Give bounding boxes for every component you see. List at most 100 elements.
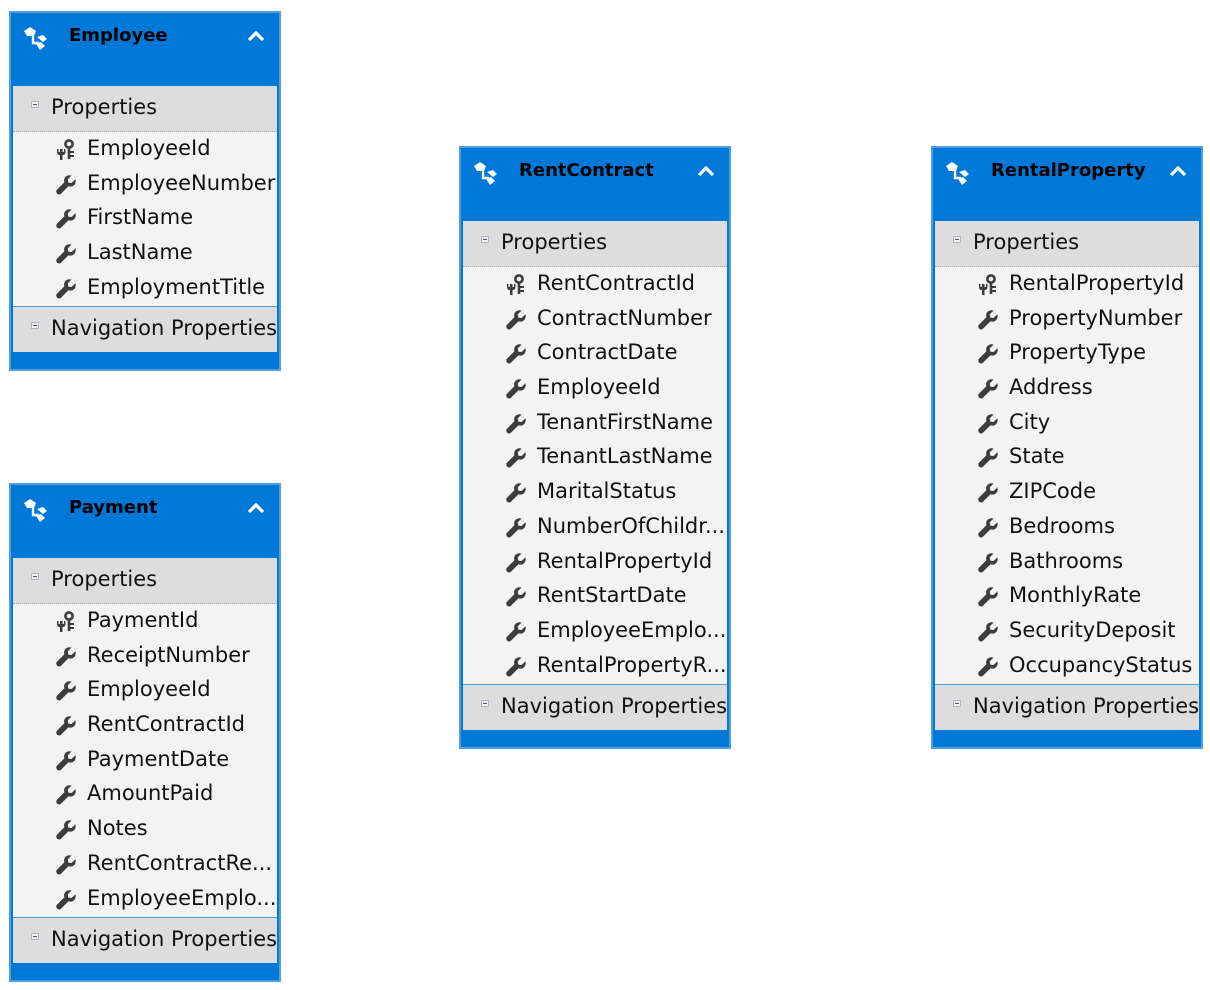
property-row[interactable]: EmployeeEmplo... bbox=[13, 883, 277, 918]
property-row[interactable]: RentStartDate bbox=[463, 580, 727, 615]
property-name: PropertyNumber bbox=[1009, 305, 1183, 330]
property-row[interactable]: Notes bbox=[13, 813, 277, 848]
property-row[interactable]: PaymentId bbox=[13, 605, 277, 640]
properties-label: Properties bbox=[51, 95, 158, 119]
key-icon bbox=[55, 611, 77, 633]
property-row[interactable]: ZIPCode bbox=[935, 476, 1199, 511]
property-row[interactable]: RentContractId bbox=[463, 268, 727, 303]
property-row[interactable]: RentalPropertyId bbox=[935, 268, 1199, 303]
entity-footer bbox=[933, 730, 1201, 748]
property-row[interactable]: Bathrooms bbox=[935, 546, 1199, 581]
entity-header[interactable]: Employee bbox=[11, 13, 279, 86]
wrench-icon bbox=[55, 750, 77, 772]
entity-footer bbox=[11, 352, 279, 370]
collapse-minus-icon[interactable] bbox=[953, 236, 961, 243]
property-row[interactable]: PropertyNumber bbox=[935, 303, 1199, 338]
properties-section-header[interactable]: Properties bbox=[463, 221, 727, 267]
wrench-icon bbox=[977, 517, 999, 539]
property-row[interactable]: RentContractId bbox=[13, 709, 277, 744]
property-row[interactable]: EmployeeNumber bbox=[13, 168, 277, 203]
navigation-properties-section-header[interactable]: Navigation Properties bbox=[13, 917, 277, 964]
collapse-minus-icon[interactable] bbox=[953, 700, 961, 708]
collapse-minus-icon[interactable] bbox=[481, 236, 489, 243]
wrench-icon bbox=[55, 784, 77, 806]
collapse-minus-icon[interactable] bbox=[31, 573, 39, 580]
entity-employee[interactable]: Employee Properties EmployeeId EmployeeNu… bbox=[9, 11, 281, 372]
collapse-minus-icon[interactable] bbox=[31, 933, 39, 941]
entity-rentcontract[interactable]: RentContract Properties RentContractId Co… bbox=[459, 146, 731, 750]
wrench-icon bbox=[977, 586, 999, 608]
entity-header[interactable]: RentalProperty bbox=[933, 148, 1201, 221]
entity-header[interactable]: RentContract bbox=[461, 148, 729, 221]
property-name: ZIPCode bbox=[1009, 479, 1097, 504]
entity-rentalproperty[interactable]: RentalProperty Properties RentalProperty… bbox=[931, 146, 1203, 750]
property-name: NumberOfChildr... bbox=[537, 513, 725, 538]
entity-icon bbox=[24, 27, 47, 50]
property-name: OccupancyStatus bbox=[1009, 652, 1193, 677]
navigation-properties-section-header[interactable]: Navigation Properties bbox=[13, 306, 277, 353]
property-row[interactable]: RentalPropertyR... bbox=[463, 650, 727, 685]
property-row[interactable]: PropertyType bbox=[935, 337, 1199, 372]
property-name: City bbox=[1009, 409, 1051, 434]
properties-label: Properties bbox=[973, 230, 1080, 254]
collapse-minus-icon[interactable] bbox=[481, 700, 489, 708]
property-row[interactable]: EmployeeId bbox=[13, 674, 277, 709]
property-name: State bbox=[1009, 444, 1065, 469]
wrench-icon bbox=[55, 174, 77, 196]
property-row[interactable]: SecurityDeposit bbox=[935, 615, 1199, 650]
property-row[interactable]: ContractNumber bbox=[463, 303, 727, 338]
collapse-chevron-up-icon[interactable] bbox=[1169, 164, 1187, 178]
property-row[interactable]: Address bbox=[935, 372, 1199, 407]
property-row[interactable]: MonthlyRate bbox=[935, 580, 1199, 615]
property-name: SecurityDeposit bbox=[1009, 617, 1176, 642]
property-row[interactable]: OccupancyStatus bbox=[935, 650, 1199, 685]
navigation-properties-section-header[interactable]: Navigation Properties bbox=[935, 684, 1199, 731]
wrench-icon bbox=[505, 586, 527, 608]
property-name: EmployeeId bbox=[87, 677, 211, 702]
entity-payment[interactable]: Payment Properties PaymentId ReceiptNumbe… bbox=[9, 483, 281, 983]
wrench-icon bbox=[977, 309, 999, 331]
property-row[interactable]: FirstName bbox=[13, 202, 277, 237]
property-row[interactable]: RentalPropertyId bbox=[463, 546, 727, 581]
property-row[interactable]: City bbox=[935, 407, 1199, 442]
wrench-icon bbox=[55, 819, 77, 841]
property-row[interactable]: PaymentDate bbox=[13, 744, 277, 779]
property-list: EmployeeId EmployeeNumber FirstName LastNam… bbox=[13, 132, 277, 307]
property-row[interactable]: MaritalStatus bbox=[463, 476, 727, 511]
property-name: RentalPropertyR... bbox=[537, 652, 727, 677]
properties-section-header[interactable]: Properties bbox=[13, 86, 277, 132]
property-row[interactable]: TenantLastName bbox=[463, 441, 727, 476]
entity-header[interactable]: Payment bbox=[11, 485, 279, 558]
property-row[interactable]: EmployeeEmplo... bbox=[463, 615, 727, 650]
properties-section-header[interactable]: Properties bbox=[13, 558, 277, 604]
property-name: Notes bbox=[87, 816, 148, 841]
property-row[interactable]: NumberOfChildr... bbox=[463, 511, 727, 546]
properties-section-header[interactable]: Properties bbox=[935, 221, 1199, 267]
collapse-minus-icon[interactable] bbox=[31, 322, 39, 330]
property-row[interactable]: RentContractRe... bbox=[13, 848, 277, 883]
collapse-chevron-up-icon[interactable] bbox=[247, 29, 265, 43]
property-name: EmployeeEmplo... bbox=[537, 617, 727, 642]
wrench-icon bbox=[55, 646, 77, 668]
property-row[interactable]: State bbox=[935, 441, 1199, 476]
property-row[interactable]: EmployeeId bbox=[463, 372, 727, 407]
property-row[interactable]: ContractDate bbox=[463, 337, 727, 372]
property-row[interactable]: LastName bbox=[13, 237, 277, 272]
property-row[interactable]: ReceiptNumber bbox=[13, 640, 277, 675]
navigation-properties-section-header[interactable]: Navigation Properties bbox=[463, 684, 727, 731]
property-name: RentContractRe... bbox=[87, 850, 273, 875]
entity-footer bbox=[461, 730, 729, 748]
property-row[interactable]: Bedrooms bbox=[935, 511, 1199, 546]
collapse-minus-icon[interactable] bbox=[31, 101, 39, 108]
property-row[interactable]: EmploymentTitle bbox=[13, 272, 277, 307]
collapse-chevron-up-icon[interactable] bbox=[697, 164, 715, 178]
property-name: TenantFirstName bbox=[537, 409, 714, 434]
property-row[interactable]: AmountPaid bbox=[13, 778, 277, 813]
property-row[interactable]: TenantFirstName bbox=[463, 407, 727, 442]
collapse-chevron-up-icon[interactable] bbox=[247, 501, 265, 515]
property-name: RentContractId bbox=[87, 712, 245, 737]
wrench-icon bbox=[55, 243, 77, 265]
property-name: AmountPaid bbox=[87, 781, 214, 806]
property-name: Address bbox=[1009, 375, 1093, 400]
property-row[interactable]: EmployeeId bbox=[13, 133, 277, 168]
